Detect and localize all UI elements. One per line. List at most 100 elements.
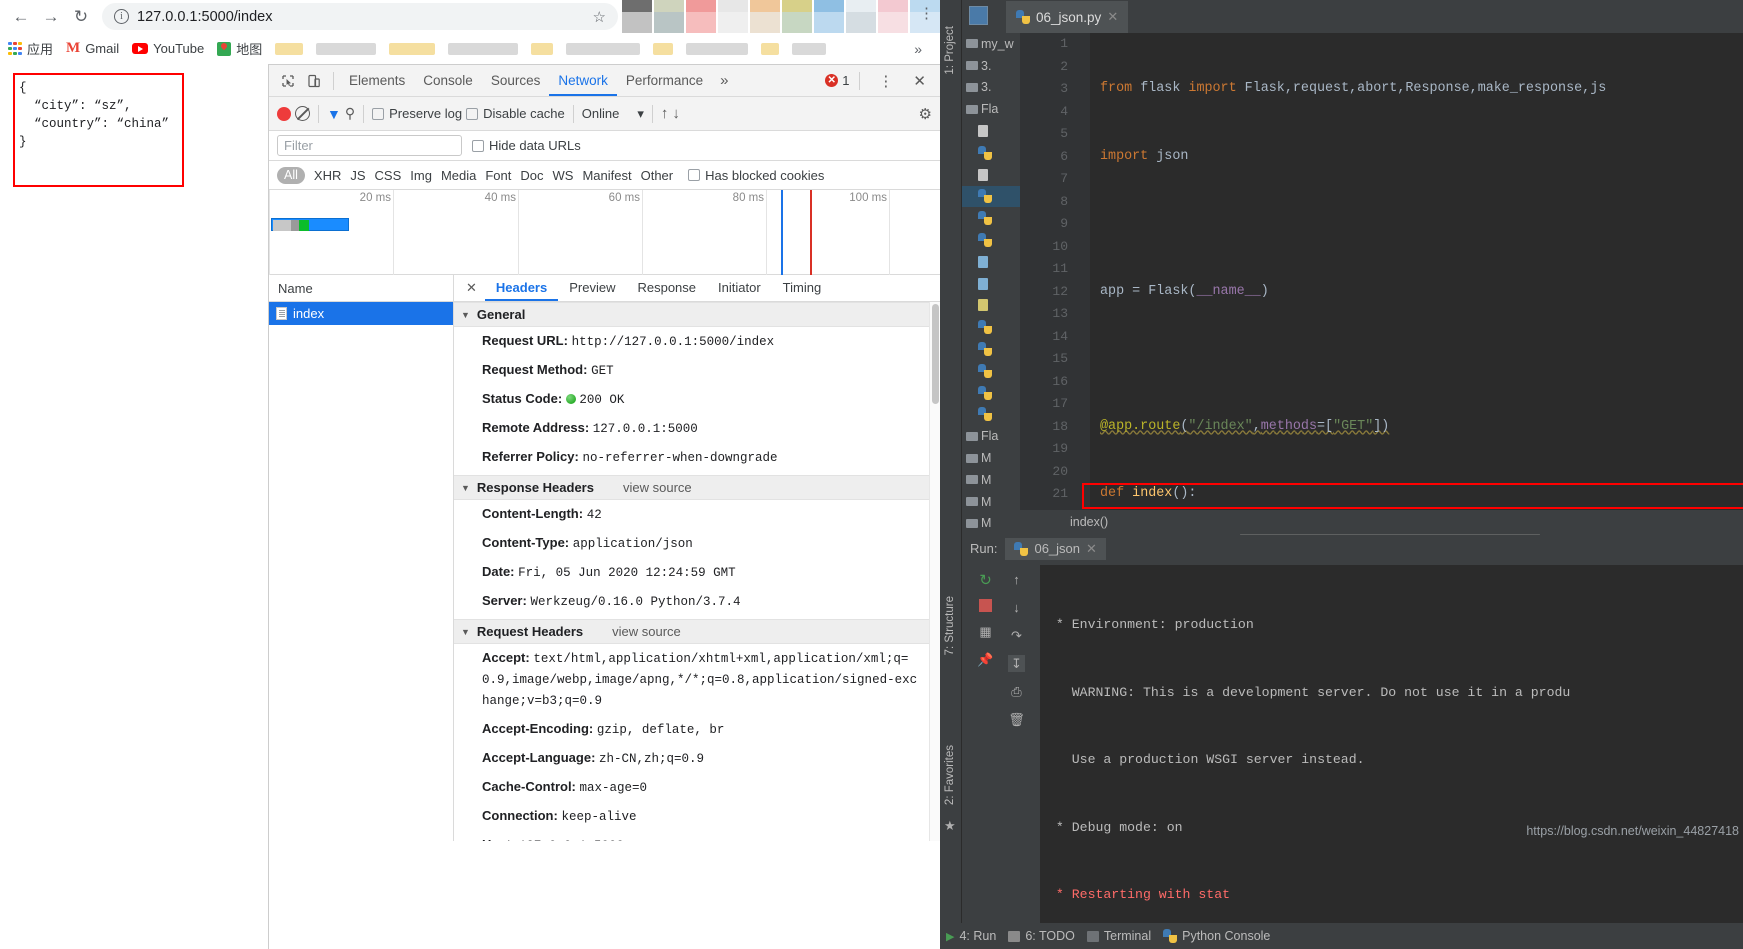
close-icon[interactable]: ✕ (1086, 541, 1097, 557)
tree-item-selected[interactable] (962, 185, 1020, 208)
tree-item[interactable] (962, 207, 1020, 229)
tree-item[interactable] (962, 382, 1020, 404)
run-config-tab[interactable]: 06_json ✕ (1005, 537, 1106, 560)
tree-item[interactable]: M (962, 513, 1020, 528)
type-filter-css[interactable]: CSS (375, 168, 402, 183)
bookmarks-overflow-icon[interactable]: » (914, 41, 922, 57)
bookmark-gmail[interactable]: M Gmail (66, 40, 119, 57)
devtools-close-icon[interactable]: ✕ (905, 72, 934, 90)
site-info-icon[interactable]: i (114, 9, 129, 24)
type-filter-xhr[interactable]: XHR (314, 168, 341, 183)
editor-tab-06-json[interactable]: 06_json.py ✕ (1006, 1, 1129, 33)
type-filter-js[interactable]: JS (350, 168, 365, 183)
gear-icon[interactable]: ⚙ (919, 105, 932, 123)
bookmark-apps[interactable]: 应用 (8, 39, 53, 58)
request-list-header[interactable]: Name (269, 275, 453, 302)
network-overview-timeline[interactable]: 20 ms 40 ms 60 ms 80 ms 100 ms (269, 190, 940, 275)
run-console-output[interactable]: * Environment: production WARNING: This … (1040, 565, 1743, 923)
section-header-general[interactable]: ▼ General (454, 302, 940, 327)
clear-icon[interactable] (295, 106, 310, 121)
detail-scrollbar[interactable] (929, 302, 940, 841)
detail-close-icon[interactable]: ✕ (458, 280, 485, 296)
close-icon[interactable]: ✕ (1107, 9, 1118, 25)
tree-item[interactable] (962, 295, 1020, 317)
tree-item[interactable] (962, 229, 1020, 251)
tool-window-favorites[interactable]: 2: Favorites (944, 745, 956, 805)
address-bar[interactable]: i 127.0.0.1:5000/index ☆ (102, 3, 618, 30)
status-todo-tab[interactable]: 6: TODO (1008, 929, 1075, 943)
bookmark-maps[interactable]: 地图 (217, 39, 262, 58)
tool-window-structure[interactable]: 7: Structure (944, 596, 956, 655)
import-har-icon[interactable]: ↑ (661, 105, 669, 122)
preserve-log-checkbox[interactable]: Preserve log (372, 106, 462, 121)
tree-item[interactable] (962, 251, 1020, 273)
rerun-icon[interactable]: ↻ (977, 571, 994, 589)
tree-item[interactable]: 3. (962, 55, 1020, 77)
request-row-index[interactable]: index (269, 302, 453, 325)
type-filter-manifest[interactable]: Manifest (582, 168, 631, 183)
devtools-tab-performance[interactable]: Performance (617, 65, 712, 96)
tree-item[interactable]: M (962, 491, 1020, 513)
tree-item[interactable] (962, 360, 1020, 382)
devtools-tab-sources[interactable]: Sources (482, 65, 550, 96)
filter-input[interactable]: Filter (277, 135, 462, 156)
type-filter-all[interactable]: All (277, 166, 305, 184)
minimize-tool-icon[interactable] (969, 6, 988, 25)
tree-item[interactable]: M (962, 447, 1020, 469)
layout-icon[interactable]: ▦ (977, 623, 994, 640)
throttling-dropdown[interactable]: Online ▾ (582, 106, 644, 122)
device-toolbar-icon[interactable] (301, 68, 327, 94)
hide-data-urls-checkbox[interactable]: Hide data URLs (472, 138, 581, 153)
section-header-response-headers[interactable]: ▼ Response Headers view source (454, 475, 940, 500)
tree-item[interactable] (962, 316, 1020, 338)
print-icon[interactable]: ⎙ (1008, 683, 1025, 700)
devtools-tab-console[interactable]: Console (414, 65, 482, 96)
section-header-request-headers[interactable]: ▼ Request Headers view source (454, 619, 940, 644)
tree-item[interactable] (962, 164, 1020, 186)
tree-item[interactable]: Fla (962, 98, 1020, 120)
status-terminal-tab[interactable]: Terminal (1086, 929, 1151, 943)
tree-item[interactable] (962, 273, 1020, 295)
code-editor[interactable]: 1 2 3 4 5 6 7 8 9 10 11 12 13 14 15 16 1… (1020, 33, 1743, 538)
tree-item[interactable] (962, 404, 1020, 426)
soft-wrap-icon[interactable]: ↷ (1008, 627, 1025, 644)
type-filter-other[interactable]: Other (641, 168, 674, 183)
bookmark-star-icon[interactable]: ☆ (593, 8, 606, 26)
has-blocked-cookies-checkbox[interactable]: Has blocked cookies (688, 168, 824, 183)
detail-tab-headers[interactable]: Headers (484, 275, 559, 301)
tree-item[interactable]: my_w (962, 33, 1020, 55)
tree-item[interactable]: 3. (962, 77, 1020, 99)
arrow-up-icon[interactable]: ↑ (1008, 571, 1025, 588)
devtools-tab-network[interactable]: Network (549, 65, 617, 96)
browser-menu-icon[interactable]: ⋮ (919, 4, 934, 22)
editor-gutter[interactable]: 1 2 3 4 5 6 7 8 9 10 11 12 13 14 15 16 1… (1020, 33, 1090, 528)
inspect-element-icon[interactable] (275, 68, 301, 94)
project-tree[interactable]: my_w 3. 3. Fla Fla M M M M (962, 33, 1020, 528)
tool-window-project[interactable]: 1: Project (944, 26, 956, 75)
forward-icon[interactable]: → (36, 2, 66, 32)
devtools-menu-icon[interactable]: ⋮ (870, 72, 901, 90)
pin-icon[interactable]: 📌 (977, 651, 994, 668)
tree-item[interactable]: Fla (962, 425, 1020, 447)
arrow-down-icon[interactable]: ↓ (1008, 599, 1025, 616)
tree-item[interactable] (962, 120, 1020, 142)
trash-icon[interactable]: 🗑 (1008, 711, 1025, 728)
detail-tab-preview[interactable]: Preview (558, 275, 626, 301)
scrollbar-thumb[interactable] (932, 304, 939, 404)
stop-icon[interactable] (979, 599, 992, 612)
code-text-area[interactable]: from flask import Flask,request,abort,Re… (1090, 33, 1743, 528)
status-python-console-tab[interactable]: Python Console (1163, 929, 1270, 943)
detail-tab-initiator[interactable]: Initiator (707, 275, 772, 301)
status-run-tab[interactable]: ▶ 4: Run (946, 929, 996, 943)
back-icon[interactable]: ← (6, 2, 36, 32)
type-filter-ws[interactable]: WS (553, 168, 574, 183)
view-source-link[interactable]: view source (612, 624, 681, 639)
export-har-icon[interactable]: ↓ (672, 105, 680, 122)
view-source-link[interactable]: view source (623, 480, 692, 495)
star-icon[interactable]: ★ (944, 818, 956, 834)
tree-item[interactable] (962, 338, 1020, 360)
devtools-more-tabs-icon[interactable]: » (712, 72, 736, 89)
type-filter-img[interactable]: Img (410, 168, 432, 183)
disable-cache-checkbox[interactable]: Disable cache (466, 106, 565, 121)
devtools-tab-elements[interactable]: Elements (340, 65, 414, 96)
